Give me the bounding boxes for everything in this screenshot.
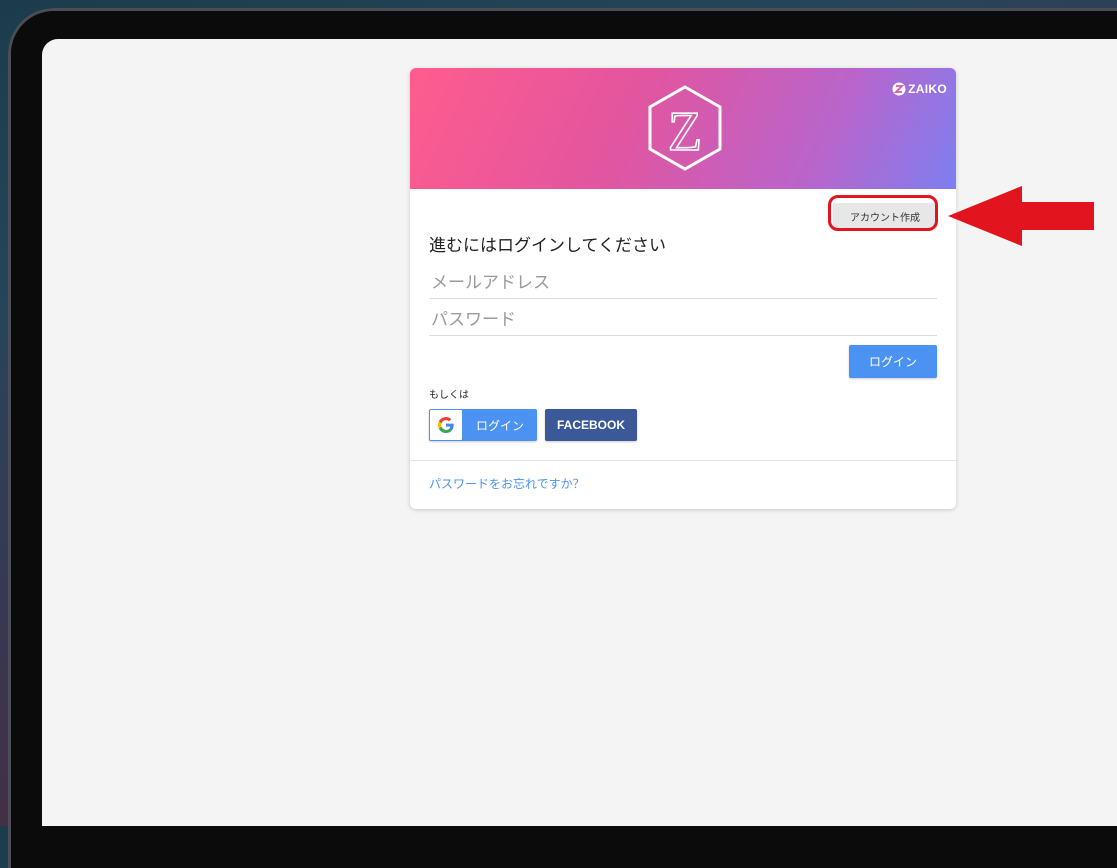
- email-field[interactable]: [429, 268, 939, 298]
- forgot-password-link[interactable]: パスワードをお忘れですか？: [429, 475, 585, 492]
- login-card: Z ZAIKO アカウント作成 進むにはログインしてください ログイン もしくは: [410, 68, 956, 509]
- red-arrow-annotation: [948, 186, 1094, 246]
- brand-logo: ZAIKO: [892, 81, 947, 97]
- password-field-container: [429, 305, 939, 336]
- logo-letter: Z: [668, 101, 702, 163]
- login-button[interactable]: ログイン: [849, 345, 937, 378]
- login-heading: 進むにはログインしてください: [429, 236, 666, 256]
- google-icon-box: [430, 410, 462, 440]
- password-field[interactable]: [429, 305, 939, 335]
- card-header-banner: Z ZAIKO: [410, 68, 956, 189]
- google-login-button[interactable]: ログイン: [429, 409, 537, 441]
- google-login-label: ログイン: [475, 418, 524, 433]
- browser-viewport: Z ZAIKO アカウント作成 進むにはログインしてください ログイン もしくは: [42, 39, 1117, 826]
- google-icon: [438, 417, 454, 433]
- email-field-container: [429, 268, 939, 299]
- facebook-login-button[interactable]: FACEBOOK: [545, 409, 637, 441]
- zaiko-logo-icon: Z: [648, 85, 722, 171]
- highlight-annotation: [828, 195, 938, 231]
- divider: [410, 460, 956, 461]
- brand-name: ZAIKO: [908, 82, 947, 96]
- zaiko-brand-icon: [892, 82, 906, 96]
- or-label: もしくは: [429, 390, 469, 401]
